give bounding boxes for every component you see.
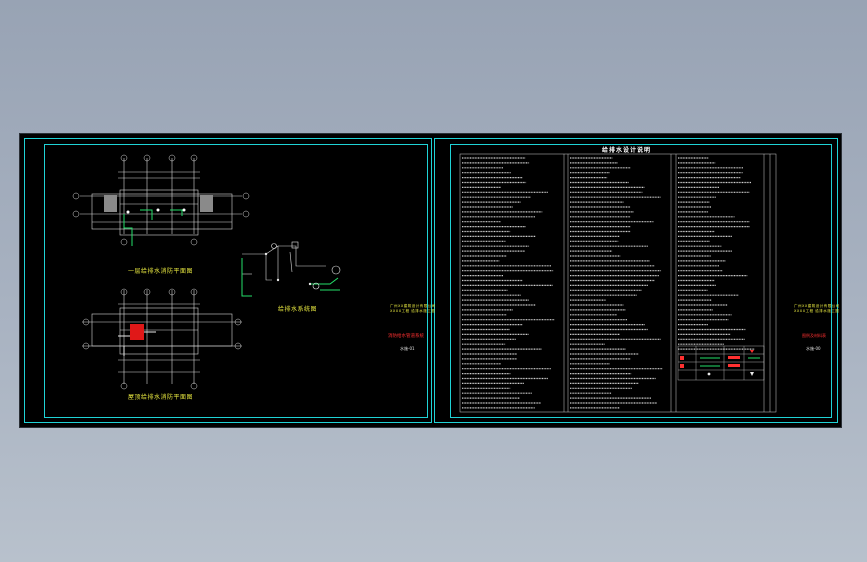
system-diagram-valves [271,241,341,290]
right-stamp-line-2: XXXX工程 给排水施工图 [794,309,840,313]
plan-2-title: 屋顶给排水消防平面图 [128,394,194,401]
system-diagram-nodes [264,252,312,286]
left-stamp-line-2: XXXX工程 给排水施工图 [390,309,436,313]
notes-text-lines [462,157,755,409]
left-red-label: 消防给水管道系统 [388,334,424,339]
plan-1-hatched-room-right [200,195,213,212]
right-sheet-number: 水施-00 [806,346,821,351]
right-red-label: 图例及材料表 [802,333,826,338]
left-sheet-number: 水施-01 [400,346,415,351]
plan-1-hatched-room-left [104,195,117,212]
plan-2-walls [82,290,242,384]
system-diagram-lines [242,245,326,281]
plan-1-water-pipes [123,209,183,246]
drawing-linework [72,153,777,413]
cad-canvas[interactable]: 一层给排水消防平面图 屋顶给排水消防平面图 给排水系统图 广州XX建筑设计有限公… [20,134,841,427]
plan-2-red-tank [130,324,144,340]
system-diagram-title: 给排水系统图 [278,306,318,313]
notes-table-title: 给排水设计说明 [602,147,652,154]
plan-1-title: 一层给排水消防平面图 [128,268,194,275]
plan-1-fixtures [126,208,186,214]
plan-1-axis-bubbles [72,154,250,246]
